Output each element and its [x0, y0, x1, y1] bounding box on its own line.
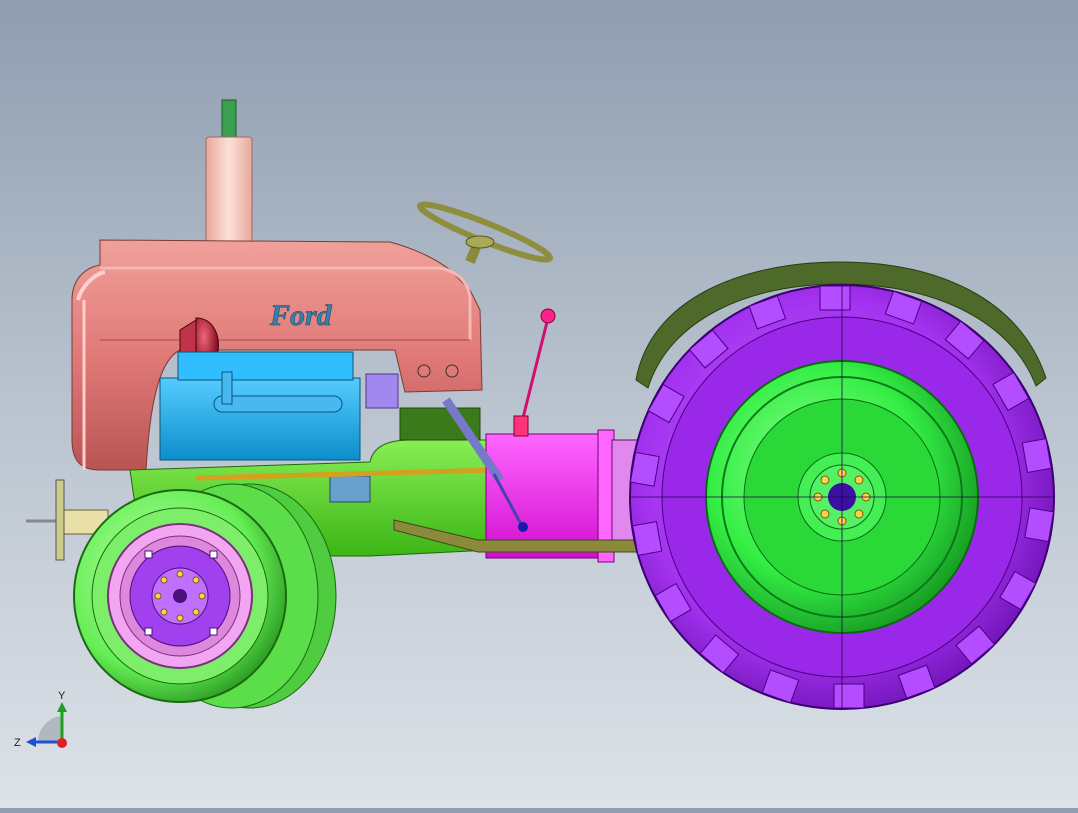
y-axis-label: Y [58, 690, 66, 702]
ford-logo: Ford [269, 299, 333, 332]
rear-wheel[interactable] [629, 284, 1055, 710]
engine-block[interactable] [159, 351, 399, 461]
x-axis-dot [57, 738, 67, 748]
gear-shift-lever[interactable] [513, 308, 556, 437]
z-axis-label: Z [14, 737, 21, 749]
steering-wheel[interactable] [417, 197, 554, 266]
tractor-model[interactable]: Ford Y Z [0, 0, 1078, 808]
cad-viewport[interactable]: Ford Y Z [0, 0, 1078, 808]
front-wheel[interactable] [73, 483, 337, 709]
coordinate-triad: Y Z [14, 690, 67, 749]
